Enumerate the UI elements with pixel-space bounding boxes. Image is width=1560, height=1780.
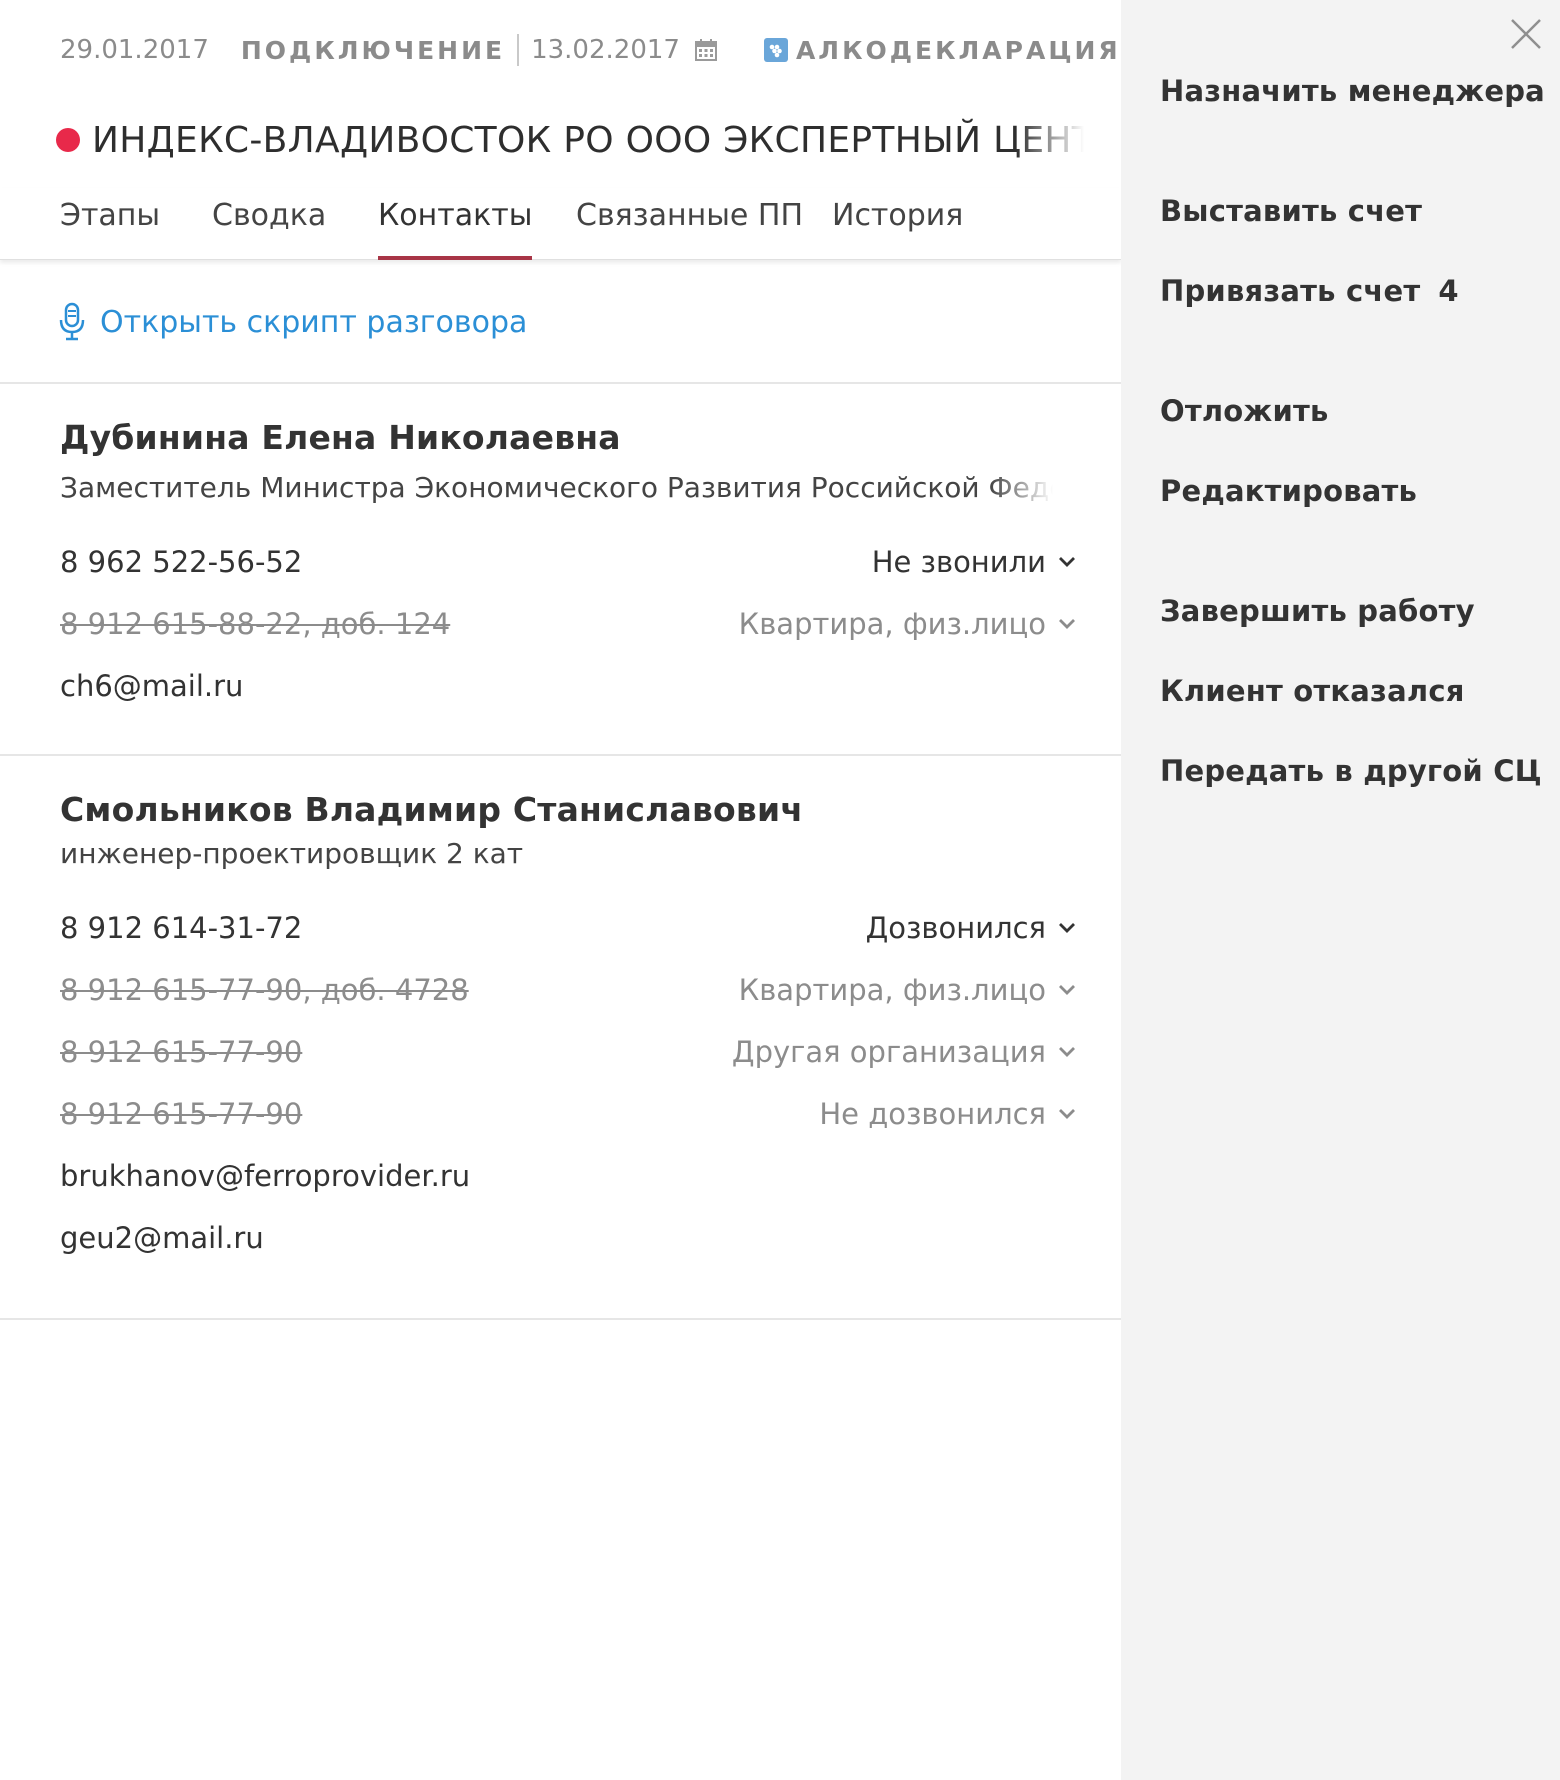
call-status-dropdown[interactable]: Квартира, физ.лицо [739, 607, 1076, 641]
grape-icon [763, 38, 788, 62]
deal-header-meta: 29.01.2017 ПОДКЛЮЧЕНИЕ 13.02.2017 АЛКОДЕ… [60, 30, 1121, 70]
phone-row: 8 912 615-88-22, доб. 124 Квартира, физ.… [60, 604, 1075, 644]
phone-row: 8 912 615-77-90, доб. 4728 Квартира, физ… [60, 970, 1075, 1010]
call-status-value: Не дозвонился [819, 1097, 1046, 1131]
invoice-count-badge: 4 [1438, 274, 1459, 308]
tab-related[interactable]: Связанные ПП [576, 196, 803, 260]
assign-manager-button[interactable]: Назначить менеджера [1160, 74, 1545, 108]
product-label: АЛКОДЕКЛАРАЦИЯ [795, 35, 1121, 65]
phone-number[interactable]: 8 912 615-77-90 [60, 1097, 302, 1131]
call-status-dropdown[interactable]: Не дозвонился [819, 1097, 1076, 1131]
divider [0, 382, 1121, 384]
phone-row: 8 912 614-31-72 Дозвонился [60, 908, 1075, 948]
company-name: ИНДЕКС-ВЛАДИВОСТОК РО ООО ЭКСПЕРТНЫЙ ЦЕН… [92, 119, 1096, 161]
call-status-value: Дозвонился [865, 911, 1046, 945]
call-status-value: Квартира, физ.лицо [738, 973, 1046, 1007]
email-row: brukhanov@ferroprovider.ru [60, 1156, 1070, 1196]
deal-end-date[interactable]: 13.02.2017 [531, 35, 680, 65]
deal-start-date: 29.01.2017 [60, 35, 209, 65]
phone-number[interactable]: 8 912 615-77-90 [60, 1035, 302, 1069]
close-icon[interactable] [1509, 17, 1543, 51]
email-address[interactable]: ch6@mail.ru [60, 669, 243, 703]
phone-number[interactable]: 8 962 522-56-52 [60, 545, 302, 579]
microphone-icon [58, 302, 86, 342]
chevron-down-icon [1059, 985, 1075, 995]
call-status-dropdown[interactable]: Не звонили [872, 545, 1076, 579]
phone-number[interactable]: 8 912 614-31-72 [60, 911, 302, 945]
deal-stage: ПОДКЛЮЧЕНИЕ [240, 35, 506, 65]
actions-panel [1121, 0, 1560, 1780]
issue-invoice-button[interactable]: Выставить счет [1160, 194, 1422, 228]
call-status-value: Не звонили [871, 545, 1046, 579]
company-title: ИНДЕКС-ВЛАДИВОСТОК РО ООО ЭКСПЕРТНЫЙ ЦЕН… [56, 112, 1096, 168]
transfer-button[interactable]: Передать в другой СЦ [1160, 754, 1542, 788]
divider [0, 754, 1121, 756]
tab-summary[interactable]: Сводка [212, 196, 326, 260]
edit-button[interactable]: Редактировать [1160, 474, 1417, 508]
email-address[interactable]: geu2@mail.ru [60, 1221, 264, 1255]
postpone-button[interactable]: Отложить [1160, 394, 1329, 428]
phone-row: 8 962 522-56-52 Не звонили [60, 542, 1075, 582]
call-status-dropdown[interactable]: Дозвонился [866, 911, 1076, 945]
open-script-link[interactable]: Открыть скрипт разговора [58, 302, 527, 342]
call-status-value: Квартира, физ.лицо [738, 607, 1046, 641]
contact-position: Заместитель Министра Экономического Разв… [60, 471, 1060, 504]
divider [517, 34, 520, 66]
email-address[interactable]: brukhanov@ferroprovider.ru [60, 1159, 470, 1193]
phone-number[interactable]: 8 912 615-77-90, доб. 4728 [60, 973, 469, 1007]
call-status-dropdown[interactable]: Квартира, физ.лицо [739, 973, 1076, 1007]
tab-contacts[interactable]: Контакты [378, 196, 533, 260]
call-status-value: Другая организация [731, 1035, 1046, 1069]
deal-card: 29.01.2017 ПОДКЛЮЧЕНИЕ 13.02.2017 АЛКОДЕ… [0, 0, 1121, 1780]
tab-stages[interactable]: Этапы [60, 196, 160, 260]
contact-card: Смольников Владимир Станиславович инжене… [60, 790, 1075, 1270]
call-status-dropdown[interactable]: Другая организация [732, 1035, 1076, 1069]
phone-row: 8 912 615-77-90 Не дозвонился [60, 1094, 1075, 1134]
calendar-icon[interactable] [694, 38, 718, 62]
chevron-down-icon [1059, 1109, 1075, 1119]
phone-number[interactable]: 8 912 615-88-22, доб. 124 [60, 607, 450, 641]
phone-row: 8 912 615-77-90 Другая организация [60, 1032, 1075, 1072]
contact-name: Дубинина Елена Николаевна [60, 418, 621, 457]
open-script-label[interactable]: Открыть скрипт разговора [100, 305, 527, 340]
contact-name: Смольников Владимир Станиславович [60, 790, 804, 829]
chevron-down-icon [1059, 1047, 1075, 1057]
chevron-down-icon [1059, 557, 1075, 567]
tab-history[interactable]: История [832, 196, 963, 260]
email-row: geu2@mail.ru [60, 1218, 1070, 1258]
divider [0, 1318, 1121, 1320]
tab-bar: Этапы Сводка Контакты Связанные ПП Истор… [0, 188, 1121, 260]
contact-card: Дубинина Елена Николаевна Заместитель Ми… [60, 418, 1075, 718]
client-refused-button[interactable]: Клиент отказался [1160, 674, 1465, 708]
contact-position: инженер-проектировщик 2 кат [60, 837, 524, 870]
status-indicator [56, 128, 80, 152]
product-tag: АЛКОДЕКЛАРАЦИЯ [763, 35, 1121, 65]
finish-work-button[interactable]: Завершить работу [1160, 594, 1475, 628]
email-row: ch6@mail.ru [60, 666, 1070, 706]
chevron-down-icon [1059, 619, 1075, 629]
link-invoice-label: Привязать счет [1160, 274, 1421, 308]
link-invoice-button[interactable]: Привязать счет 4 [1160, 274, 1459, 308]
chevron-down-icon [1059, 923, 1075, 933]
